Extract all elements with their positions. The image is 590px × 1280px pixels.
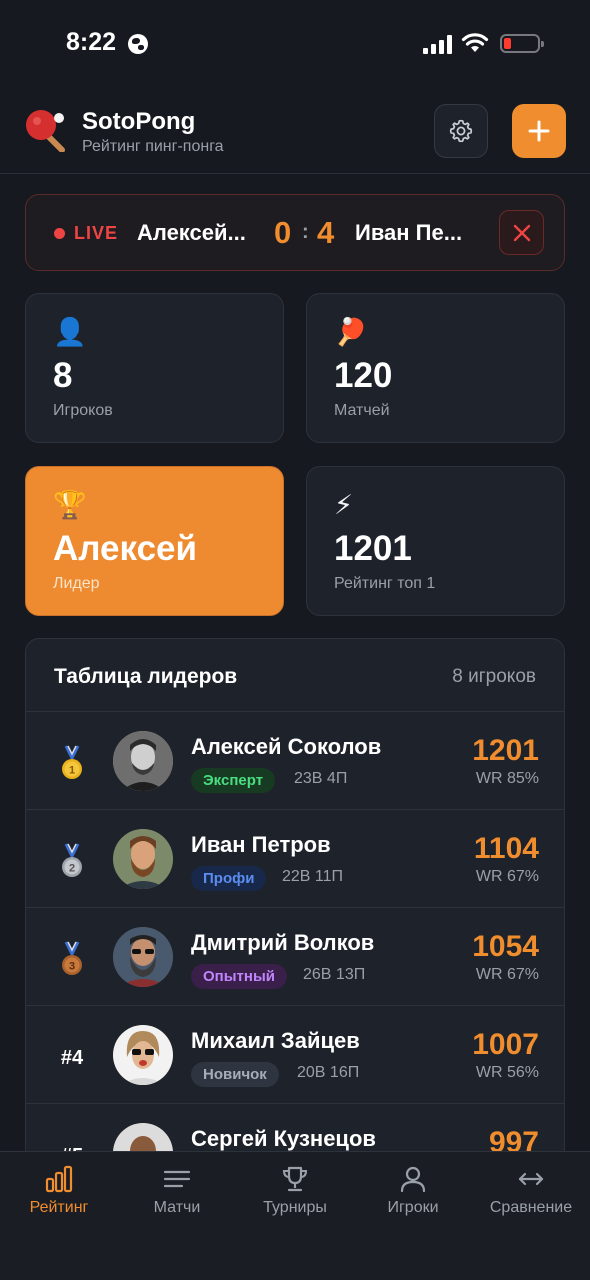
- player-name: Дмитрий Волков: [191, 930, 375, 955]
- matches-stat-card: 🏓 120 Матчей: [306, 293, 565, 443]
- live-match-banner[interactable]: LIVE Алексей... 0 : 4 Иван Пе...: [25, 194, 565, 271]
- live-dot-icon: [54, 228, 65, 239]
- ping-pong-logo-icon: [26, 110, 65, 152]
- win-loss-record: 26В 13П: [303, 966, 366, 983]
- svg-text:3: 3: [69, 961, 75, 973]
- win-loss-record: 22В 11П: [282, 868, 344, 885]
- person-icon: 👤: [53, 317, 87, 347]
- rank-number: #4: [60, 1046, 84, 1069]
- matches-label: Матчей: [334, 402, 390, 419]
- nav-tournaments[interactable]: Турниры: [236, 1152, 354, 1232]
- player-rating: 1054: [472, 930, 539, 963]
- score-separator: :: [302, 221, 309, 243]
- player-rating: 1007: [472, 1028, 539, 1061]
- level-badge: Эксперт: [191, 768, 276, 793]
- level-badge: Новичок: [191, 1062, 279, 1087]
- players-count: 8: [53, 356, 73, 395]
- leaderboard-title: Таблица лидеров: [54, 665, 238, 688]
- app-subtitle: Рейтинг пинг-понга: [82, 138, 224, 155]
- live-score-one: 0: [274, 215, 292, 250]
- status-bar: 8:22: [0, 0, 590, 90]
- leaderboard-header: Таблица лидеров 8 игроков: [26, 639, 564, 712]
- win-rate: WR 67%: [475, 868, 539, 885]
- live-player-one: Алексей...: [137, 220, 246, 245]
- live-player-two: Иван Пе...: [355, 220, 463, 245]
- nav-label: Рейтинг: [29, 1199, 89, 1216]
- nav-label: Игроки: [387, 1199, 439, 1216]
- leader-name: Алексей: [53, 529, 198, 568]
- gear-icon: [449, 119, 473, 143]
- player-name: Михаил Зайцев: [191, 1028, 360, 1053]
- win-loss-record: 23В 4П: [294, 770, 348, 787]
- bronze-medal-icon: 3: [52, 940, 92, 980]
- level-badge: Опытный: [191, 964, 287, 989]
- leader-stat-card: 🏆 Алексей Лидер: [25, 466, 284, 616]
- svg-text:1: 1: [69, 765, 75, 777]
- player-rating: 1201: [472, 734, 539, 767]
- win-rate: WR 67%: [475, 966, 539, 983]
- svg-text:2: 2: [69, 863, 75, 875]
- matches-count: 120: [334, 356, 393, 395]
- plus-icon: [528, 120, 550, 142]
- trophy-icon: [282, 1166, 308, 1192]
- silver-medal-icon: 2: [52, 842, 92, 882]
- app-header: SotoPong Рейтинг пинг-понга: [0, 90, 590, 174]
- nav-rating[interactable]: Рейтинг: [0, 1152, 118, 1232]
- player-rating: 1104: [473, 832, 539, 865]
- bar-chart-icon: [45, 1165, 73, 1193]
- level-badge: Профи: [191, 866, 267, 891]
- player-name: Алексей Соколов: [191, 734, 382, 759]
- globe-icon: [128, 34, 148, 54]
- compare-arrows-icon: [518, 1172, 544, 1186]
- nav-players[interactable]: Игроки: [354, 1152, 472, 1232]
- players-label: Игроков: [53, 402, 113, 419]
- leaderboard-row[interactable]: #4 Михаил Зайцев Новичок 20В 16П 1007 WR…: [26, 1006, 564, 1104]
- live-label: LIVE: [74, 223, 119, 243]
- nav-matches[interactable]: Матчи: [118, 1152, 236, 1232]
- players-stat-card: 👤 8 Игроков: [25, 293, 284, 443]
- nav-compare[interactable]: Сравнение: [472, 1152, 590, 1232]
- wifi-icon: [461, 33, 489, 52]
- ping-pong-icon: 🏓: [334, 317, 368, 347]
- battery-icon: [500, 34, 544, 53]
- close-live-button[interactable]: [499, 210, 544, 255]
- add-match-button[interactable]: [512, 104, 566, 158]
- user-icon: [400, 1166, 426, 1193]
- top-rating-value: 1201: [334, 529, 412, 568]
- leaderboard-row[interactable]: 2 Иван Петров Профи 22В 11П 1104 WR 67%: [26, 810, 564, 908]
- nav-label: Сравнение: [489, 1199, 573, 1216]
- player-name: Иван Петров: [191, 832, 331, 857]
- leader-label: Лидер: [53, 575, 100, 592]
- win-rate: WR 56%: [475, 1064, 539, 1081]
- list-icon: [163, 1170, 191, 1188]
- close-icon: [513, 224, 530, 241]
- leaderboard-row[interactable]: 1 Алексей Соколов Эксперт 23В 4П 1201 WR…: [26, 712, 564, 810]
- avatar: [113, 731, 173, 791]
- avatar: [113, 829, 173, 889]
- cellular-signal-icon: [423, 34, 453, 54]
- top-rating-stat-card: ⚡ 1201 Рейтинг топ 1: [306, 466, 565, 616]
- bottom-navigation: Рейтинг Матчи Турниры Игроки Сравнение: [0, 1151, 590, 1280]
- trophy-icon: 🏆: [53, 490, 87, 520]
- lightning-icon: ⚡: [334, 490, 353, 520]
- win-loss-record: 20В 16П: [297, 1064, 360, 1081]
- nav-label: Матчи: [153, 1199, 201, 1216]
- players-total: 8 игроков: [452, 666, 536, 687]
- player-name: Сергей Кузнецов: [191, 1126, 376, 1151]
- settings-button[interactable]: [434, 104, 488, 158]
- top-rating-label: Рейтинг топ 1: [334, 575, 436, 592]
- avatar: [113, 1025, 173, 1085]
- avatar: [113, 927, 173, 987]
- gold-medal-icon: 1: [52, 744, 92, 784]
- live-score-two: 4: [317, 215, 335, 250]
- nav-label: Турниры: [263, 1199, 327, 1216]
- app-title: SotoPong: [82, 108, 196, 135]
- win-rate: WR 85%: [475, 770, 539, 787]
- status-time: 8:22: [66, 28, 117, 56]
- leaderboard-row[interactable]: 3 Дмитрий Волков Опытный 26В 13П 1054 WR…: [26, 908, 564, 1006]
